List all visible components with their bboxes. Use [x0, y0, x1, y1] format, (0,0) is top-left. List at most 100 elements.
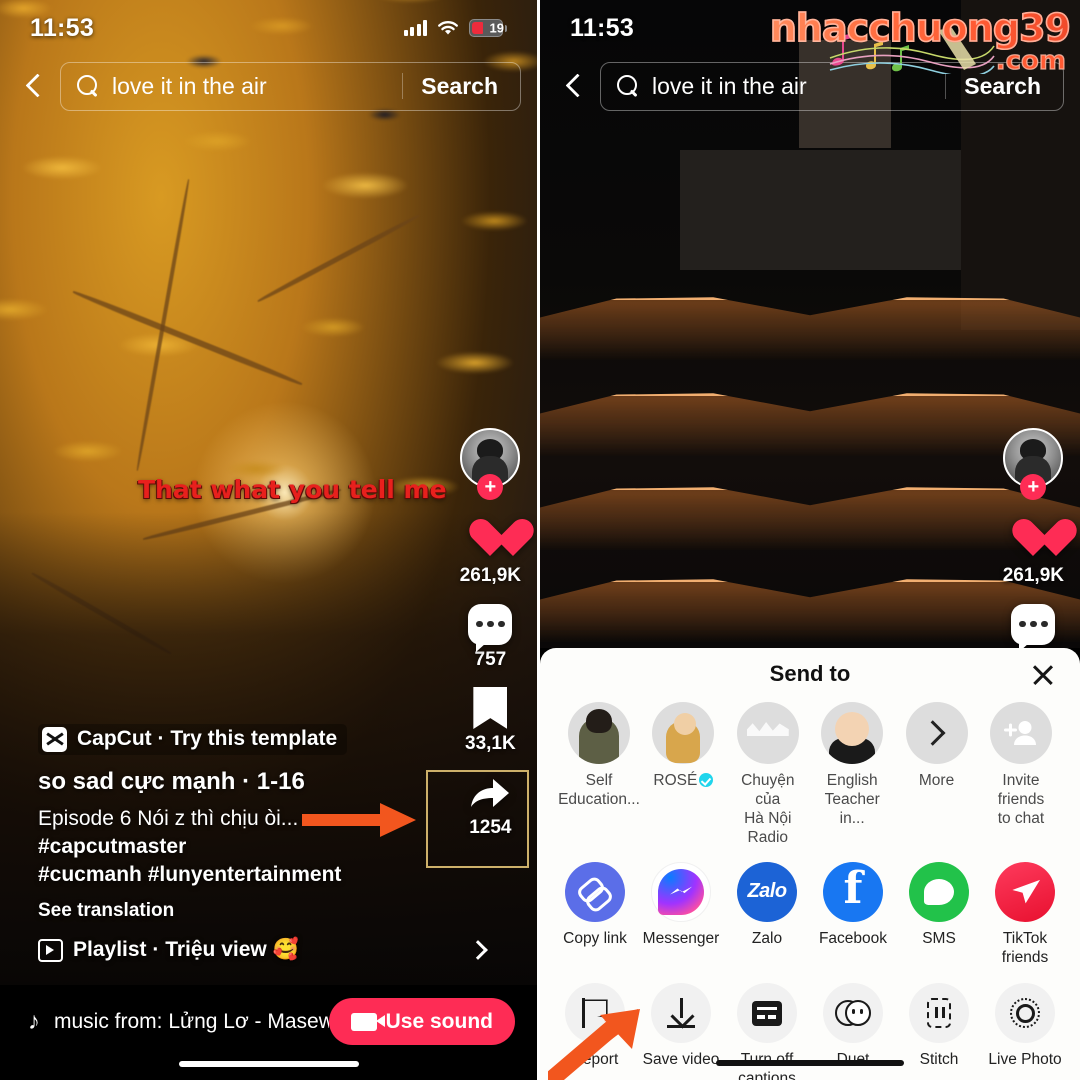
contact-avatar	[736, 702, 799, 764]
playlist-row[interactable]: Playlist · Triệu view 🥰	[38, 938, 488, 962]
messenger-icon	[658, 868, 704, 915]
home-indicator-right	[716, 1060, 904, 1066]
verified-badge-icon	[699, 773, 714, 787]
contact-hanoi-radio[interactable]: Chuyện của Hà Nội Radio	[727, 702, 809, 848]
heart-icon-right	[1011, 520, 1055, 560]
contact-label: Invite friends to chat	[997, 772, 1045, 827]
capcut-template-link[interactable]: CapCut · Try this template	[38, 723, 348, 755]
avatar[interactable]: +	[460, 428, 521, 502]
app-label: TikTok friends	[1001, 929, 1049, 966]
share-apps-row: Copy link Messenger Zalo Zalo f Facebook…	[540, 861, 1080, 968]
action-label: Live Photo	[988, 1051, 1062, 1069]
share-count: 1254	[469, 817, 512, 838]
contact-avatar	[821, 702, 884, 764]
contact-label: Chuyện của Hà Nội Radio	[741, 772, 795, 846]
live-photo-button[interactable]: Live Photo	[984, 983, 1066, 1080]
search-button-right[interactable]: Search	[950, 73, 1055, 100]
comment-icon-right	[1011, 603, 1056, 652]
search-query-text: love it in the air	[112, 72, 267, 99]
comment-count: 757	[474, 649, 507, 670]
share-tiktok-friends[interactable]: TikTok friends	[984, 861, 1066, 968]
status-icons: 19	[403, 19, 507, 37]
app-label: Zalo	[751, 929, 783, 947]
description-hashtags-1[interactable]: #capcutmaster	[38, 835, 186, 858]
app-label: Copy link	[563, 929, 627, 947]
use-sound-button[interactable]: Use sound	[328, 998, 515, 1045]
download-icon	[667, 998, 695, 1029]
search-input-right[interactable]: love it in the air Search	[600, 61, 1064, 111]
chevron-right-icon	[905, 702, 968, 764]
invite-friends-button[interactable]: Invite friends to chat	[980, 702, 1062, 848]
share-facebook[interactable]: f Facebook	[812, 861, 894, 968]
video-meta-left: CapCut · Try this template so sad cực mạ…	[38, 723, 488, 962]
annotation-arrow-horizontal	[302, 803, 416, 837]
contact-english-teacher[interactable]: English Teacher in...	[811, 702, 893, 848]
copy-link-icon	[578, 875, 612, 909]
back-button-right[interactable]	[556, 69, 590, 103]
home-indicator-left	[178, 1061, 359, 1067]
follow-button-right[interactable]: +	[1020, 474, 1047, 500]
comment-button[interactable]: 757	[465, 600, 515, 671]
bookmark-icon	[473, 687, 508, 729]
search-input[interactable]: love it in the air Search	[60, 61, 521, 111]
capcut-label: CapCut · Try this template	[77, 727, 338, 751]
contact-more[interactable]: More	[896, 702, 978, 848]
sms-icon	[909, 861, 969, 922]
playlist-label: Playlist · Triệu view 🥰	[73, 938, 299, 961]
search-divider	[401, 73, 404, 99]
app-label: Messenger	[642, 929, 720, 947]
right-phone-panel: 11:53 nhacchuong39 .com love it in the a…	[540, 0, 1080, 1080]
like-button[interactable]: 261,9K	[460, 516, 521, 587]
contact-label: Self Education...	[558, 772, 640, 808]
music-note-icon: ♪	[28, 1007, 40, 1035]
status-time-right: 11:53	[570, 13, 635, 42]
comment-icon	[468, 603, 513, 652]
music-title[interactable]: music from: Lửng Lơ - Masew & B Ra	[54, 1010, 329, 1034]
close-icon[interactable]	[1030, 662, 1056, 688]
contact-self-education[interactable]: Self Education...	[558, 702, 640, 848]
share-sms[interactable]: SMS	[898, 861, 980, 968]
share-zalo[interactable]: Zalo Zalo	[726, 861, 808, 968]
left-phone-panel: 11:53 19 love it in the air Search That …	[0, 0, 540, 1080]
back-button[interactable]	[16, 69, 50, 103]
description-hashtags-2[interactable]: #cucmanh #lunyentertainment	[38, 863, 341, 886]
search-button[interactable]: Search	[407, 73, 512, 100]
follow-button[interactable]: +	[477, 474, 504, 500]
stitch-button[interactable]: Stitch	[898, 983, 980, 1080]
contact-label: English Teacher in...	[824, 772, 880, 827]
duet-icon	[835, 1000, 871, 1027]
battery-level: 19	[489, 20, 504, 36]
search-row-left: love it in the air Search	[0, 60, 537, 112]
like-button-right[interactable]: 261,9K	[1003, 516, 1064, 587]
captions-icon	[752, 1000, 782, 1026]
status-bar-right: 11:53	[540, 0, 1080, 56]
bookmark-button[interactable]: 33,1K	[465, 684, 516, 755]
zalo-wordmark: Zalo	[747, 880, 787, 903]
comment-button-right[interactable]	[1008, 600, 1058, 652]
username[interactable]: so sad cực mạnh · 1-16	[38, 768, 485, 796]
description-text: Episode 6 Nói z thì chịu òi...	[38, 806, 299, 830]
chevron-right-icon	[468, 940, 488, 960]
share-arrow-icon	[471, 779, 510, 807]
contact-label: More	[918, 772, 955, 789]
status-bar-left: 11:53 19	[0, 0, 537, 56]
annotation-arrow-diagonal	[548, 1009, 640, 1080]
contact-rose[interactable]: ROSÉ	[642, 702, 724, 848]
playlist-icon	[38, 938, 63, 962]
like-count-right: 261,9K	[1002, 565, 1064, 586]
share-button[interactable]: 1254	[465, 768, 515, 839]
app-label: SMS	[922, 929, 956, 947]
share-sheet-title: Send to	[769, 661, 851, 686]
video-caption-left: That what you tell me	[138, 475, 447, 504]
capcut-icon	[42, 726, 67, 752]
wifi-icon	[438, 21, 459, 35]
add-person-icon	[989, 702, 1052, 764]
avatar-right[interactable]: +	[1003, 428, 1064, 502]
share-copy-link[interactable]: Copy link	[554, 861, 636, 968]
app-label: Facebook	[818, 929, 888, 947]
status-time: 11:53	[30, 13, 95, 42]
search-row-right: love it in the air Search	[540, 60, 1080, 112]
see-translation-link[interactable]: See translation	[38, 900, 485, 922]
action-rail-right: + 261,9K	[1003, 428, 1064, 661]
share-messenger[interactable]: Messenger	[640, 861, 722, 968]
